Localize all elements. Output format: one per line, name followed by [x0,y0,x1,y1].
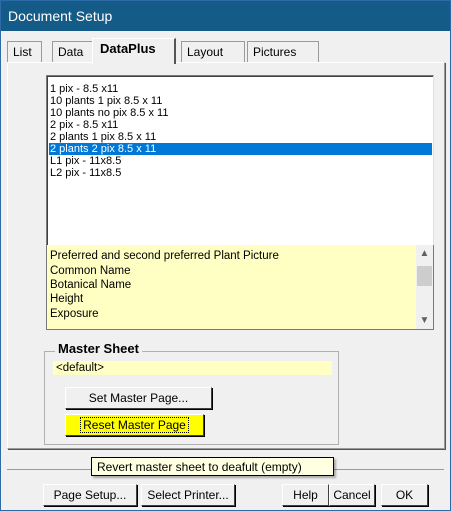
list-item[interactable]: 1 pix - 8.5 x11 [49,83,118,95]
list-item[interactable]: 2 plants 1 pix 8.5 x 11 [49,131,156,143]
list-item[interactable]: 10 plants no pix 8.5 x 11 [49,107,168,119]
tab-pictures[interactable]: Pictures [247,41,319,62]
tab-list[interactable]: List [7,41,42,62]
list-item[interactable]: 10 plants 1 pix 8.5 x 11 [49,95,162,107]
cancel-button[interactable]: Cancel [329,484,375,506]
window-title: Document Setup [8,8,113,24]
field-item[interactable]: Preferred and second preferred Plant Pic… [50,249,279,264]
master-sheet-label: Master Sheet [55,341,142,356]
list-item[interactable]: L2 pix - 11x8.5 [49,167,121,179]
field-item[interactable]: Height [50,292,83,307]
scroll-thumb[interactable] [417,266,432,286]
list-item[interactable]: L1 pix - 11x8.5 [49,155,121,167]
page-setup-button[interactable]: Page Setup... [43,484,137,506]
list-item-selected[interactable]: 2 plants 2 pix 8.5 x 11 [49,143,432,155]
fields-scrollbar[interactable]: ▲ ▼ [416,245,433,329]
list-item[interactable]: 2 pix - 8.5 x11 [49,119,118,131]
field-item[interactable]: Botanical Name [50,278,131,293]
set-master-page-button[interactable]: Set Master Page... [65,387,212,409]
select-printer-button[interactable]: Select Printer... [141,484,235,506]
field-item[interactable]: Common Name [50,264,131,279]
tab-layout[interactable]: Layout [181,41,245,62]
fields-listbox[interactable]: Preferred and second preferred Plant Pic… [46,245,434,330]
master-sheet-value: <default> [53,361,332,375]
scroll-down-icon[interactable]: ▼ [416,312,433,329]
tooltip: Revert master sheet to deafult (empty) [91,457,334,476]
reset-master-page-button[interactable]: Reset Master Page [65,414,204,436]
field-item[interactable]: Exposure [50,307,99,322]
help-button[interactable]: Help [282,484,329,506]
reset-master-page-label: Reset Master Page [80,417,189,433]
title-bar[interactable]: Document Setup [1,1,450,31]
ok-button[interactable]: OK [381,484,428,506]
scroll-up-icon[interactable]: ▲ [416,245,433,262]
tab-data[interactable]: Data [52,41,96,62]
document-setup-window: Document Setup List Data DataPlus Layout… [0,0,451,511]
layout-listbox[interactable]: 1 pix - 8.5 x11 10 plants 1 pix 8.5 x 11… [46,75,434,247]
tab-dataplus[interactable]: DataPlus [92,38,176,64]
